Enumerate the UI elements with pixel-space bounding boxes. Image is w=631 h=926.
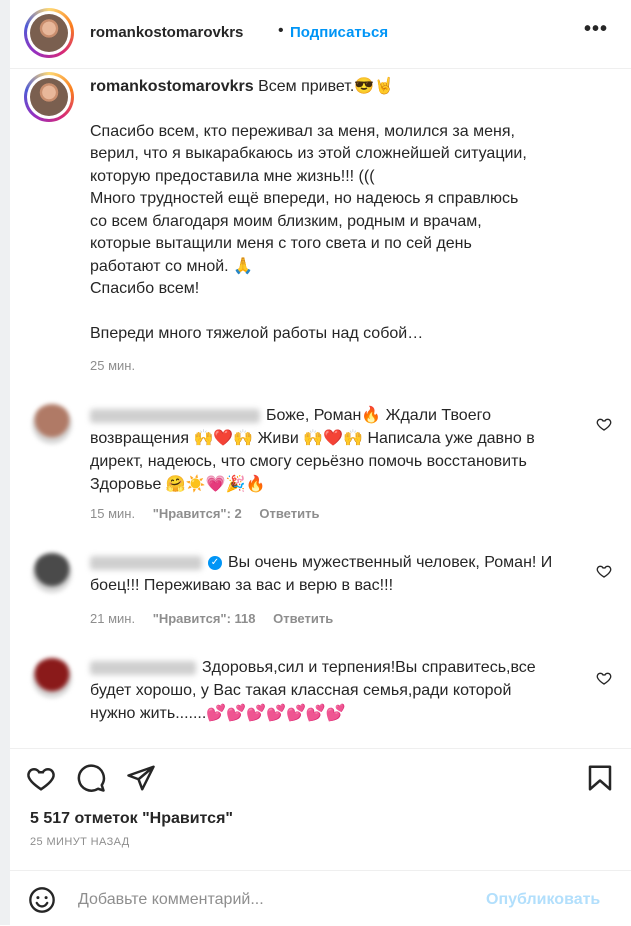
publish-button[interactable]: Опубликовать	[486, 891, 600, 909]
caption-greeting: Всем привет.😎🤘	[258, 78, 395, 95]
author-avatar[interactable]	[24, 8, 74, 58]
separator-dot: •	[278, 22, 284, 39]
comment-bubble-icon[interactable]	[76, 763, 106, 793]
post-caption: romankostomarovkrs Всем привет.😎🤘 Спасиб…	[90, 76, 610, 378]
verified-badge-icon: ✓	[208, 555, 222, 570]
window-edge	[0, 0, 10, 925]
post-timestamp: 25 МИНУТ НАЗАД	[30, 836, 130, 848]
commenter-avatar[interactable]	[32, 404, 72, 444]
comment-time: 15 мин.	[90, 506, 136, 521]
add-comment-bar: Опубликовать	[10, 870, 631, 926]
commenter-avatar[interactable]	[32, 658, 72, 698]
paper-plane-icon[interactable]	[126, 763, 156, 793]
likes-count[interactable]: 5 517 отметок "Нравится"	[30, 810, 233, 828]
reply-button[interactable]: Ответить	[259, 506, 319, 521]
comment-meta: 21 мин. "Нравится": 118 Ответить	[90, 611, 347, 626]
comment-likes[interactable]: "Нравится": 2	[153, 506, 242, 521]
caption-paragraph: Спасибо всем, кто переживал за меня, мол…	[90, 122, 527, 298]
comment-time: 21 мин.	[90, 611, 136, 626]
heart-icon[interactable]	[596, 670, 612, 686]
post-header: romankostomarovkrs • Подписаться •••	[10, 0, 631, 69]
caption-username[interactable]: romankostomarovkrs	[90, 78, 254, 95]
redacted-username	[90, 408, 260, 423]
more-options-icon[interactable]: •••	[584, 18, 608, 41]
commenter-avatar[interactable]	[32, 553, 72, 593]
caption-timestamp: 25 мин.	[90, 358, 136, 373]
comment-likes[interactable]: "Нравится": 118	[153, 611, 256, 626]
reply-button[interactable]: Ответить	[273, 611, 333, 626]
bookmark-icon[interactable]	[585, 763, 615, 793]
comment-text: Боже, Роман🔥 Ждали Твоего возвращения 🙌❤…	[90, 404, 560, 496]
follow-button[interactable]: Подписаться	[290, 24, 388, 41]
redacted-username	[90, 660, 196, 675]
author-username[interactable]: romankostomarovkrs	[90, 24, 243, 41]
comment-input[interactable]	[76, 885, 460, 915]
comment-meta: 15 мин. "Нравится": 2 Ответить	[90, 506, 333, 521]
redacted-username	[90, 555, 202, 570]
heart-icon[interactable]	[596, 416, 612, 432]
instagram-post: romankostomarovkrs • Подписаться ••• rom…	[10, 0, 631, 925]
heart-icon[interactable]	[596, 563, 612, 579]
smiley-icon[interactable]	[28, 886, 56, 914]
caption-avatar[interactable]	[24, 72, 74, 122]
like-heart-icon[interactable]	[26, 763, 56, 793]
post-actions	[10, 748, 631, 801]
comment-text: Здоровья,сил и терпения!Вы справитесь,вс…	[90, 656, 560, 725]
comment-text: ✓ Вы очень мужественный человек, Роман! И…	[90, 551, 560, 597]
caption-paragraph-final: Впереди много тяжелой работы над собой…	[90, 324, 424, 342]
